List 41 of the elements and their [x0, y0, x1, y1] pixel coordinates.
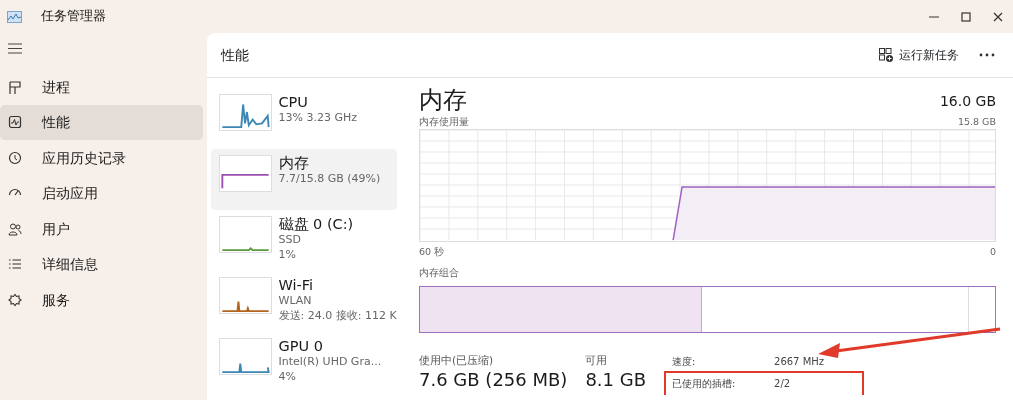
- chart-max: 15.8 GB: [957, 114, 996, 129]
- users-icon: [8, 221, 22, 236]
- sidebar-item[interactable]: 详细信息: [0, 246, 203, 282]
- device-item[interactable]: Wi-Fi WLAN 发送: 24.0 接收: 112 K: [211, 271, 397, 332]
- device-item[interactable]: 磁盘 0 (C:) SSD 1%: [211, 210, 397, 271]
- stat-label: 使用中(已压缩): [419, 353, 495, 369]
- chart-icon: [8, 115, 22, 130]
- sidebar-item[interactable]: 用户: [0, 211, 203, 247]
- list-icon: [8, 257, 22, 272]
- menu-icon[interactable]: [8, 43, 22, 54]
- sidebar-item[interactable]: 性能: [0, 104, 203, 140]
- close-icon[interactable]: [993, 11, 1003, 22]
- chart-label: 内存使用量: [419, 114, 469, 129]
- gear-icon: [8, 292, 22, 307]
- window-title: 任务管理器: [41, 7, 106, 26]
- sidebar-item[interactable]: 进程: [0, 69, 203, 105]
- highlighted-spec-row: 已使用的插槽: 2/2: [664, 371, 865, 396]
- sidebar-item[interactable]: 启动应用: [0, 175, 203, 211]
- maximize-icon[interactable]: [961, 11, 971, 22]
- detail-title: 内存: [419, 86, 467, 115]
- spec-value: 2667 MHz: [774, 355, 826, 370]
- device-item[interactable]: 内存 7.7/15.8 GB (49%): [211, 149, 397, 210]
- stat-value: 8.1 GB: [585, 369, 647, 391]
- device-item[interactable]: GPU 0 Intel(R) UHD Gra... 4%: [211, 332, 397, 393]
- total-memory: 16.0 GB: [939, 91, 996, 111]
- history-icon: [8, 150, 22, 165]
- process-icon: [8, 79, 22, 94]
- spec-label: 速度:: [672, 355, 697, 370]
- more-icon: [978, 53, 995, 57]
- axis-label: 60 秒: [419, 245, 445, 260]
- composition-label: 内存组合: [419, 266, 460, 281]
- sidebar-item[interactable]: 应用历史记录: [0, 140, 203, 176]
- stat-value: 7.6 GB (256 MB): [419, 369, 568, 391]
- page-title: 性能: [221, 45, 249, 65]
- stat-label: 可用: [585, 353, 609, 369]
- app-icon: [6, 10, 22, 23]
- new-task-icon: [878, 48, 893, 62]
- device-item[interactable]: CPU 13% 3.23 GHz: [211, 88, 397, 149]
- sidebar-item[interactable]: 服务: [0, 282, 203, 318]
- axis-label: 0: [989, 245, 996, 260]
- run-task-button[interactable]: 运行新任务: [872, 42, 966, 68]
